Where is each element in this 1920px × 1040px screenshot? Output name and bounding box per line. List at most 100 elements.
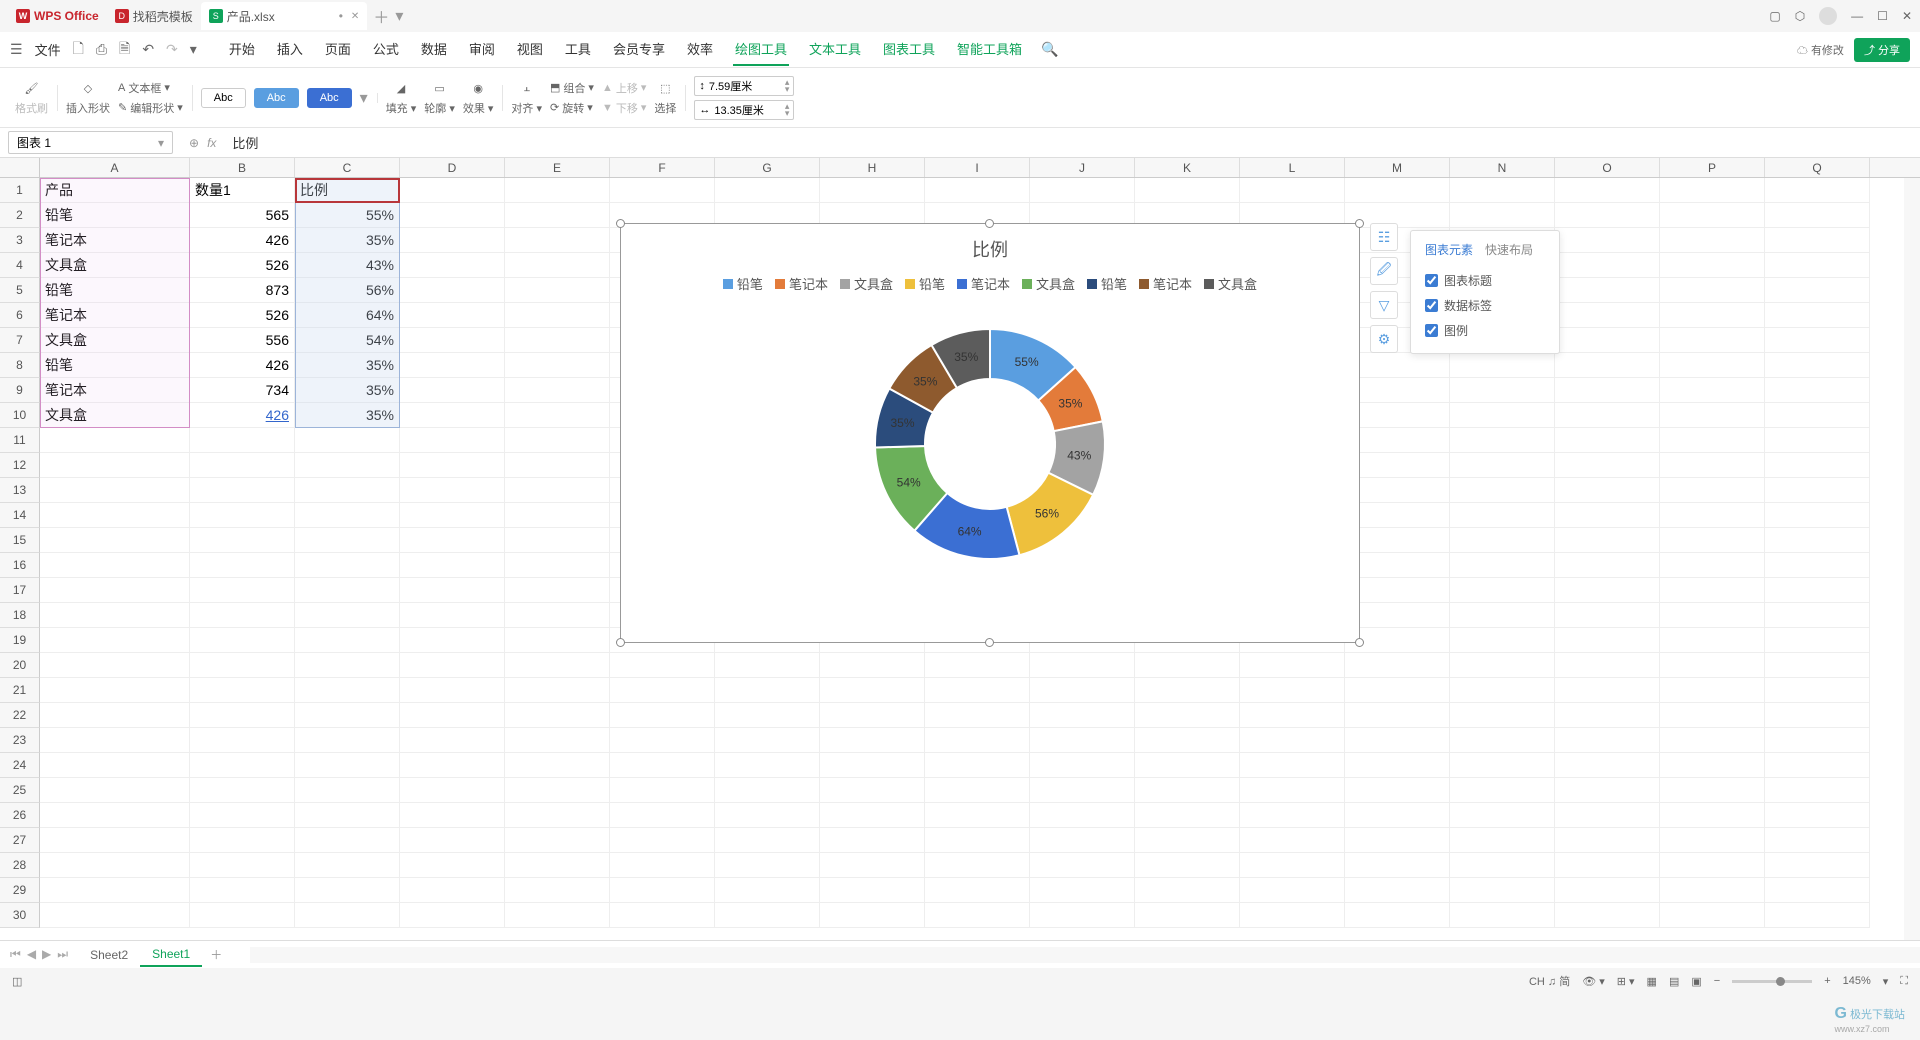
cell-N30[interactable] [1450, 903, 1555, 928]
cell-E15[interactable] [505, 528, 610, 553]
cell-B1[interactable]: 数量1 [190, 178, 295, 203]
cell-P29[interactable] [1660, 878, 1765, 903]
cell-N20[interactable] [1450, 653, 1555, 678]
col-header-I[interactable]: I [925, 158, 1030, 177]
cell-B13[interactable] [190, 478, 295, 503]
cell-D27[interactable] [400, 828, 505, 853]
cell-C27[interactable] [295, 828, 400, 853]
cell-E14[interactable] [505, 503, 610, 528]
col-header-K[interactable]: K [1135, 158, 1240, 177]
cell-G28[interactable] [715, 853, 820, 878]
cell-C28[interactable] [295, 853, 400, 878]
width-input[interactable]: ↔13.35厘米▴▾ [694, 100, 794, 120]
cell-F25[interactable] [610, 778, 715, 803]
cell-Q3[interactable] [1765, 228, 1870, 253]
cell-B10[interactable]: 426 [190, 403, 295, 428]
avatar-icon[interactable] [1819, 7, 1837, 25]
menu-tab-工具[interactable]: 工具 [563, 33, 593, 66]
cell-M15[interactable] [1345, 528, 1450, 553]
cell-P30[interactable] [1660, 903, 1765, 928]
col-header-H[interactable]: H [820, 158, 925, 177]
row-header-28[interactable]: 28 [0, 853, 40, 878]
cell-H26[interactable] [820, 803, 925, 828]
view-eye-icon[interactable]: 👁 ▾ [1582, 975, 1605, 988]
cell-D13[interactable] [400, 478, 505, 503]
cell-E10[interactable] [505, 403, 610, 428]
col-header-Q[interactable]: Q [1765, 158, 1870, 177]
cell-A9[interactable]: 笔记本 [40, 378, 190, 403]
cell-O5[interactable] [1555, 278, 1660, 303]
maximize-icon[interactable]: ☐ [1877, 9, 1888, 23]
cell-J22[interactable] [1030, 703, 1135, 728]
cell-E2[interactable] [505, 203, 610, 228]
cell-C17[interactable] [295, 578, 400, 603]
cell-O2[interactable] [1555, 203, 1660, 228]
cell-J30[interactable] [1030, 903, 1135, 928]
cell-P3[interactable] [1660, 228, 1765, 253]
cell-N27[interactable] [1450, 828, 1555, 853]
menu-tab-文本工具[interactable]: 文本工具 [807, 33, 863, 66]
legend-item[interactable]: 文具盒 [1204, 274, 1257, 293]
cell-N25[interactable] [1450, 778, 1555, 803]
cell-Q16[interactable] [1765, 553, 1870, 578]
cell-C22[interactable] [295, 703, 400, 728]
cell-H27[interactable] [820, 828, 925, 853]
row-header-23[interactable]: 23 [0, 728, 40, 753]
cell-O8[interactable] [1555, 353, 1660, 378]
cell-C10[interactable]: 35% [295, 403, 400, 428]
cell-P28[interactable] [1660, 853, 1765, 878]
cell-Q23[interactable] [1765, 728, 1870, 753]
cell-K1[interactable] [1135, 178, 1240, 203]
cell-A15[interactable] [40, 528, 190, 553]
cell-M12[interactable] [1345, 453, 1450, 478]
cell-G24[interactable] [715, 753, 820, 778]
cell-M21[interactable] [1345, 678, 1450, 703]
row-header-25[interactable]: 25 [0, 778, 40, 803]
cell-K28[interactable] [1135, 853, 1240, 878]
cell-M9[interactable] [1345, 378, 1450, 403]
cell-L20[interactable] [1240, 653, 1345, 678]
cell-M26[interactable] [1345, 803, 1450, 828]
cell-O19[interactable] [1555, 628, 1660, 653]
chart-elements-popup[interactable]: 图表元素 快速布局 图表标题 数据标签 图例 [1410, 230, 1560, 354]
cell-F30[interactable] [610, 903, 715, 928]
formula-input[interactable]: 比例 [224, 131, 1920, 154]
cell-Q30[interactable] [1765, 903, 1870, 928]
cell-K27[interactable] [1135, 828, 1240, 853]
menu-tab-效率[interactable]: 效率 [685, 33, 715, 66]
cell-P7[interactable] [1660, 328, 1765, 353]
row-header-24[interactable]: 24 [0, 753, 40, 778]
popup-option[interactable]: 图例 [1425, 318, 1545, 343]
col-header-A[interactable]: A [40, 158, 190, 177]
cell-D15[interactable] [400, 528, 505, 553]
chart-elements-icon[interactable]: ☷ [1370, 223, 1398, 251]
tab-add-icon[interactable]: ＋ [373, 4, 389, 28]
cell-D6[interactable] [400, 303, 505, 328]
cell-M16[interactable] [1345, 553, 1450, 578]
cell-N21[interactable] [1450, 678, 1555, 703]
fb-cancel-icon[interactable]: ⊕ [189, 136, 199, 150]
insert-shape-button[interactable]: ◇插入形状 [66, 80, 110, 116]
cell-L21[interactable] [1240, 678, 1345, 703]
cell-C13[interactable] [295, 478, 400, 503]
cell-N13[interactable] [1450, 478, 1555, 503]
cell-A30[interactable] [40, 903, 190, 928]
zoom-out-icon[interactable]: − [1714, 975, 1720, 987]
sheet-last-icon[interactable]: ⏭ [57, 947, 68, 962]
cell-F22[interactable] [610, 703, 715, 728]
cell-J27[interactable] [1030, 828, 1135, 853]
cell-E11[interactable] [505, 428, 610, 453]
cell-D5[interactable] [400, 278, 505, 303]
cell-F29[interactable] [610, 878, 715, 903]
cell-J26[interactable] [1030, 803, 1135, 828]
cell-A5[interactable]: 铅笔 [40, 278, 190, 303]
cell-N28[interactable] [1450, 853, 1555, 878]
cell-J20[interactable] [1030, 653, 1135, 678]
embedded-chart[interactable]: 比例 铅笔笔记本文具盒铅笔笔记本文具盒铅笔笔记本文具盒 55%35%43%56%… [620, 223, 1360, 643]
cell-D19[interactable] [400, 628, 505, 653]
cell-L30[interactable] [1240, 903, 1345, 928]
sheet-first-icon[interactable]: ⏮ [10, 947, 21, 962]
legend-item[interactable]: 铅笔 [1087, 274, 1127, 293]
cell-A27[interactable] [40, 828, 190, 853]
legend-item[interactable]: 笔记本 [957, 274, 1010, 293]
